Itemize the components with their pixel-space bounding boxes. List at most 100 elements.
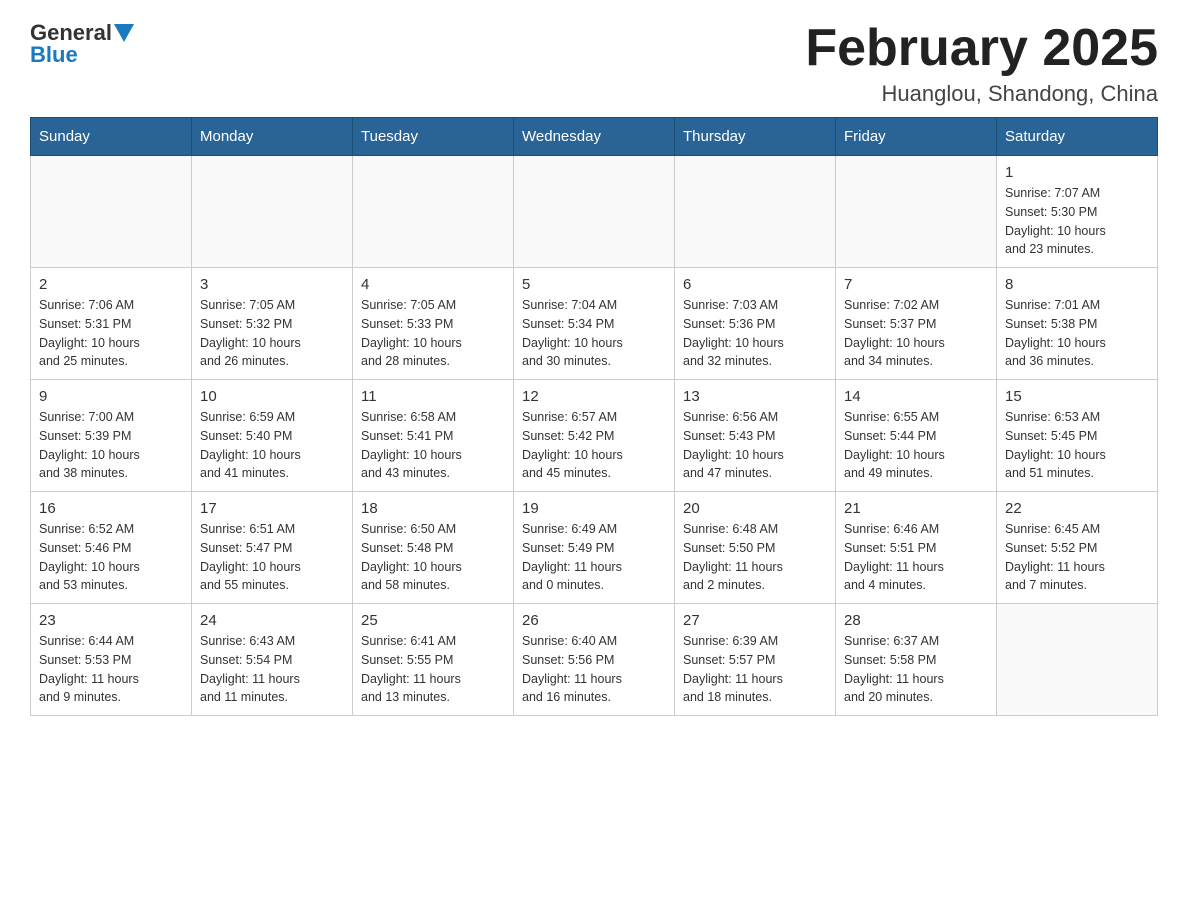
page-subtitle: Huanglou, Shandong, China	[805, 81, 1158, 107]
day-info: Sunrise: 7:02 AM Sunset: 5:37 PM Dayligh…	[844, 296, 988, 371]
day-number: 20	[683, 500, 827, 517]
day-number: 18	[361, 500, 505, 517]
week-row-1: 1 Sunrise: 7:07 AM Sunset: 5:30 PM Daylig…	[31, 156, 1158, 268]
calendar-cell: 23Sunrise: 6:44 AM Sunset: 5:53 PM Dayli…	[31, 604, 192, 716]
calendar-cell: 27 Sunrise: 6:39 AM Sunset: 5:57 PM Dayli…	[675, 604, 836, 716]
header-day-thursday: Thursday	[675, 118, 836, 156]
day-number: 3	[200, 276, 344, 293]
day-number: 14	[844, 388, 988, 405]
day-number: 22	[1005, 500, 1149, 517]
calendar-cell: 25 Sunrise: 6:41 AM Sunset: 5:55 PM Dayli…	[353, 604, 514, 716]
day-info: Sunrise: 6:43 AM Sunset: 5:54 PM Dayligh…	[200, 632, 344, 707]
day-info: Sunrise: 6:53 AM Sunset: 5:45 PM Dayligh…	[1005, 408, 1149, 483]
day-info: Sunrise: 6:55 AM Sunset: 5:44 PM Dayligh…	[844, 408, 988, 483]
week-row-2: 2 Sunrise: 7:06 AM Sunset: 5:31 PM Daylig…	[31, 268, 1158, 380]
day-info: Sunrise: 6:48 AM Sunset: 5:50 PM Dayligh…	[683, 520, 827, 595]
header-day-wednesday: Wednesday	[514, 118, 675, 156]
calendar-cell: 18 Sunrise: 6:50 AM Sunset: 5:48 PM Dayli…	[353, 492, 514, 604]
calendar-cell	[31, 156, 192, 268]
day-number: 25	[361, 612, 505, 629]
calendar-cell: 21 Sunrise: 6:46 AM Sunset: 5:51 PM Dayli…	[836, 492, 997, 604]
day-info: Sunrise: 7:00 AM Sunset: 5:39 PM Dayligh…	[39, 408, 183, 483]
calendar-cell: 10 Sunrise: 6:59 AM Sunset: 5:40 PM Dayli…	[192, 380, 353, 492]
week-row-3: 9 Sunrise: 7:00 AM Sunset: 5:39 PM Daylig…	[31, 380, 1158, 492]
day-info: Sunrise: 7:03 AM Sunset: 5:36 PM Dayligh…	[683, 296, 827, 371]
calendar-cell: 11 Sunrise: 6:58 AM Sunset: 5:41 PM Dayli…	[353, 380, 514, 492]
day-number: 16	[39, 500, 183, 517]
calendar-header: SundayMondayTuesdayWednesdayThursdayFrid…	[31, 118, 1158, 156]
day-info: Sunrise: 6:51 AM Sunset: 5:47 PM Dayligh…	[200, 520, 344, 595]
day-number: 13	[683, 388, 827, 405]
page-title: February 2025	[805, 20, 1158, 77]
day-info: Sunrise: 6:39 AM Sunset: 5:57 PM Dayligh…	[683, 632, 827, 707]
day-number: 7	[844, 276, 988, 293]
day-number: 10	[200, 388, 344, 405]
day-number: 11	[361, 388, 505, 405]
calendar-cell: 22 Sunrise: 6:45 AM Sunset: 5:52 PM Dayli…	[997, 492, 1158, 604]
day-number: 4	[361, 276, 505, 293]
calendar-body: 1 Sunrise: 7:07 AM Sunset: 5:30 PM Daylig…	[31, 156, 1158, 716]
calendar-cell	[192, 156, 353, 268]
day-info: Sunrise: 6:57 AM Sunset: 5:42 PM Dayligh…	[522, 408, 666, 483]
day-number: 26	[522, 612, 666, 629]
day-info: Sunrise: 6:44 AM Sunset: 5:53 PM Dayligh…	[39, 632, 183, 707]
day-info: Sunrise: 7:05 AM Sunset: 5:32 PM Dayligh…	[200, 296, 344, 371]
day-info: Sunrise: 6:40 AM Sunset: 5:56 PM Dayligh…	[522, 632, 666, 707]
day-number: 8	[1005, 276, 1149, 293]
logo-blue: Blue	[30, 42, 134, 68]
day-number: 19	[522, 500, 666, 517]
calendar-cell: 2 Sunrise: 7:06 AM Sunset: 5:31 PM Daylig…	[31, 268, 192, 380]
header-day-sunday: Sunday	[31, 118, 192, 156]
title-block: February 2025 Huanglou, Shandong, China	[805, 20, 1158, 107]
calendar-cell: 6Sunrise: 7:03 AM Sunset: 5:36 PM Daylig…	[675, 268, 836, 380]
day-info: Sunrise: 7:05 AM Sunset: 5:33 PM Dayligh…	[361, 296, 505, 371]
calendar-cell: 13 Sunrise: 6:56 AM Sunset: 5:43 PM Dayli…	[675, 380, 836, 492]
day-number: 1	[1005, 164, 1149, 181]
logo: General Blue	[30, 20, 134, 68]
calendar-cell: 26 Sunrise: 6:40 AM Sunset: 5:56 PM Dayli…	[514, 604, 675, 716]
calendar-cell	[836, 156, 997, 268]
day-info: Sunrise: 6:37 AM Sunset: 5:58 PM Dayligh…	[844, 632, 988, 707]
day-info: Sunrise: 6:59 AM Sunset: 5:40 PM Dayligh…	[200, 408, 344, 483]
day-info: Sunrise: 6:56 AM Sunset: 5:43 PM Dayligh…	[683, 408, 827, 483]
day-number: 27	[683, 612, 827, 629]
day-info: Sunrise: 6:46 AM Sunset: 5:51 PM Dayligh…	[844, 520, 988, 595]
day-number: 2	[39, 276, 183, 293]
calendar-cell: 8 Sunrise: 7:01 AM Sunset: 5:38 PM Daylig…	[997, 268, 1158, 380]
day-info: Sunrise: 7:01 AM Sunset: 5:38 PM Dayligh…	[1005, 296, 1149, 371]
calendar-cell: 16 Sunrise: 6:52 AM Sunset: 5:46 PM Dayli…	[31, 492, 192, 604]
header-day-saturday: Saturday	[997, 118, 1158, 156]
week-row-5: 23Sunrise: 6:44 AM Sunset: 5:53 PM Dayli…	[31, 604, 1158, 716]
calendar-cell: 5Sunrise: 7:04 AM Sunset: 5:34 PM Daylig…	[514, 268, 675, 380]
calendar-cell: 12 Sunrise: 6:57 AM Sunset: 5:42 PM Dayli…	[514, 380, 675, 492]
day-info: Sunrise: 7:04 AM Sunset: 5:34 PM Dayligh…	[522, 296, 666, 371]
day-number: 21	[844, 500, 988, 517]
calendar-cell	[514, 156, 675, 268]
day-info: Sunrise: 6:52 AM Sunset: 5:46 PM Dayligh…	[39, 520, 183, 595]
day-info: Sunrise: 6:49 AM Sunset: 5:49 PM Dayligh…	[522, 520, 666, 595]
day-info: Sunrise: 7:06 AM Sunset: 5:31 PM Dayligh…	[39, 296, 183, 371]
day-info: Sunrise: 6:41 AM Sunset: 5:55 PM Dayligh…	[361, 632, 505, 707]
calendar-cell: 4 Sunrise: 7:05 AM Sunset: 5:33 PM Daylig…	[353, 268, 514, 380]
day-number: 9	[39, 388, 183, 405]
calendar-cell: 14 Sunrise: 6:55 AM Sunset: 5:44 PM Dayli…	[836, 380, 997, 492]
day-info: Sunrise: 6:45 AM Sunset: 5:52 PM Dayligh…	[1005, 520, 1149, 595]
day-number: 15	[1005, 388, 1149, 405]
calendar-cell	[997, 604, 1158, 716]
day-number: 12	[522, 388, 666, 405]
calendar-cell: 20 Sunrise: 6:48 AM Sunset: 5:50 PM Dayli…	[675, 492, 836, 604]
calendar-cell: 19 Sunrise: 6:49 AM Sunset: 5:49 PM Dayli…	[514, 492, 675, 604]
day-number: 24	[200, 612, 344, 629]
calendar-cell: 1 Sunrise: 7:07 AM Sunset: 5:30 PM Daylig…	[997, 156, 1158, 268]
page-header: General Blue February 2025 Huanglou, Sha…	[30, 20, 1158, 107]
day-number: 28	[844, 612, 988, 629]
header-row: SundayMondayTuesdayWednesdayThursdayFrid…	[31, 118, 1158, 156]
calendar-table: SundayMondayTuesdayWednesdayThursdayFrid…	[30, 117, 1158, 716]
header-day-friday: Friday	[836, 118, 997, 156]
calendar-cell: 24 Sunrise: 6:43 AM Sunset: 5:54 PM Dayli…	[192, 604, 353, 716]
day-info: Sunrise: 6:50 AM Sunset: 5:48 PM Dayligh…	[361, 520, 505, 595]
day-info: Sunrise: 7:07 AM Sunset: 5:30 PM Dayligh…	[1005, 184, 1149, 259]
calendar-cell: 15 Sunrise: 6:53 AM Sunset: 5:45 PM Dayli…	[997, 380, 1158, 492]
day-info: Sunrise: 6:58 AM Sunset: 5:41 PM Dayligh…	[361, 408, 505, 483]
calendar-cell: 3 Sunrise: 7:05 AM Sunset: 5:32 PM Daylig…	[192, 268, 353, 380]
